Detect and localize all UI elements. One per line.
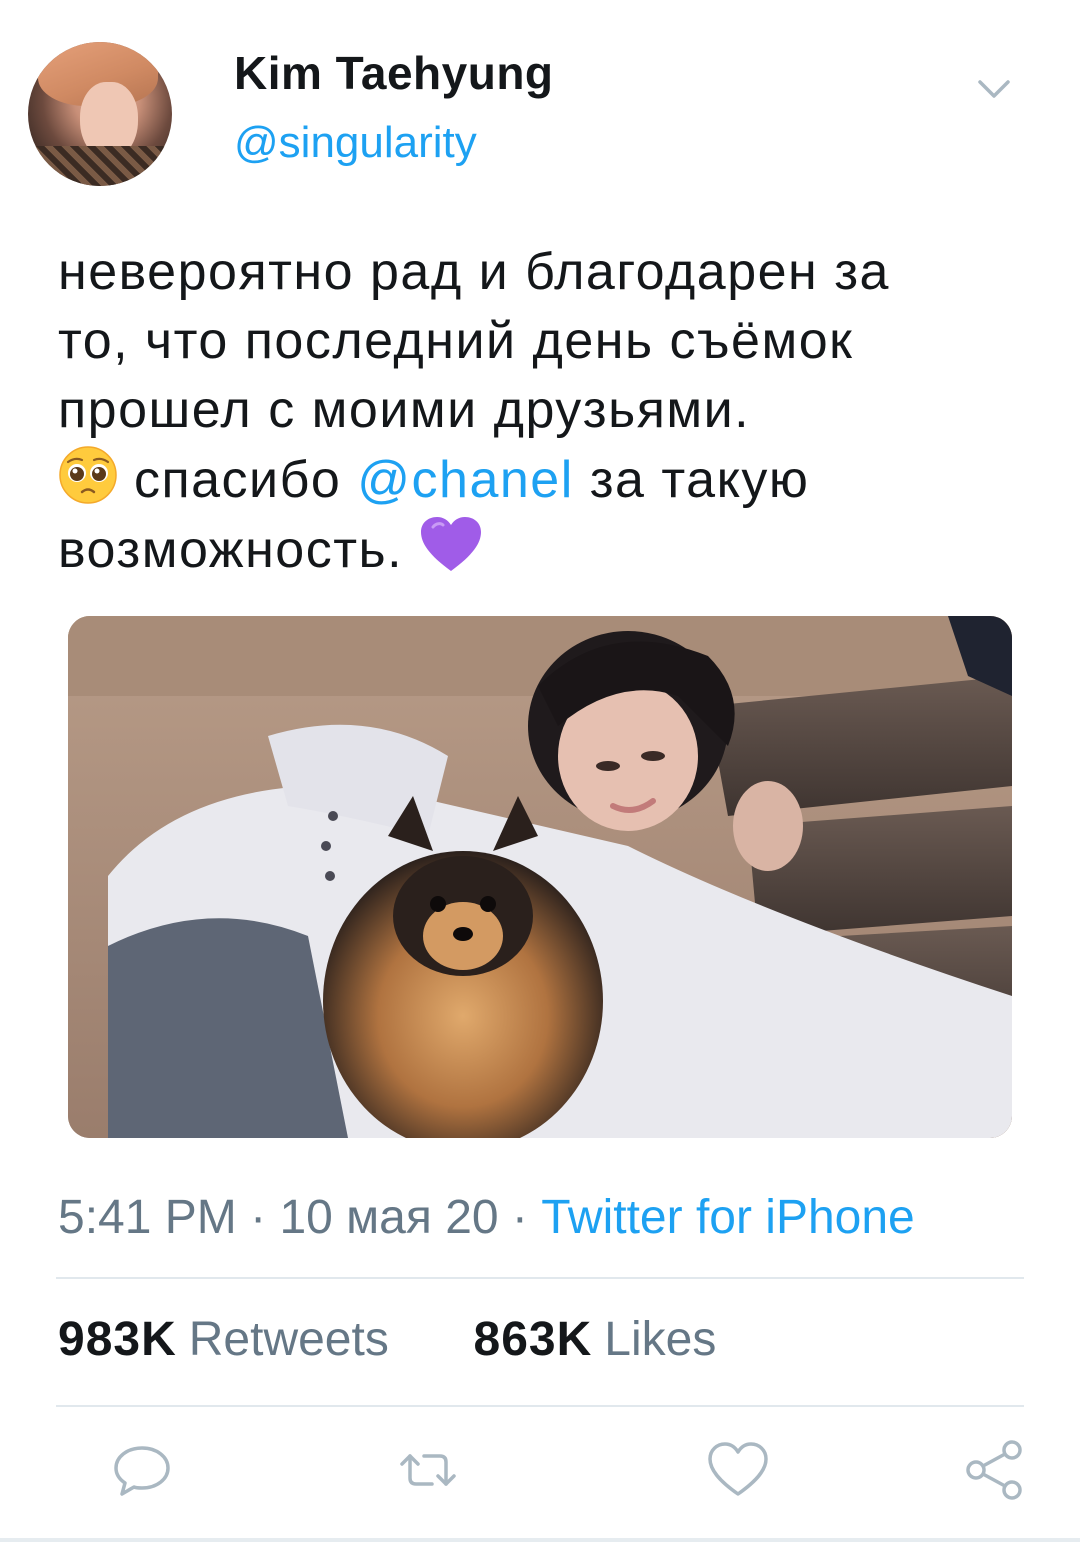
tweet-text-segment: спасибо — [133, 451, 342, 509]
tweet-meta: 5:41 PM · 10 мая 20 · Twitter for iPhone — [58, 1190, 915, 1245]
author-handle[interactable]: @singularity — [234, 118, 477, 168]
retweets-label: Retweets — [188, 1313, 389, 1366]
author-name[interactable]: Kim Taehyung — [234, 46, 554, 100]
tweet-text: невероятно рад и благодарен за то, что п… — [58, 238, 1038, 585]
retweets-stat[interactable]: 983K Retweets — [58, 1313, 402, 1366]
pleading-face-emoji — [59, 446, 117, 504]
likes-stat[interactable]: 863K Likes — [474, 1313, 717, 1366]
avatar-shirt — [28, 146, 172, 186]
purple-heart-emoji — [421, 517, 482, 571]
mention-link[interactable]: @chanel — [357, 451, 574, 509]
tweet-line: возможность. — [58, 515, 1038, 585]
divider — [56, 1277, 1024, 1279]
tweet-line: прошел с моими друзьями. — [58, 381, 751, 439]
tweet-line: спасибо @chanel за такую — [58, 445, 1038, 515]
tweet-photo[interactable] — [68, 616, 1012, 1138]
tweet-text-segment: за такую — [589, 451, 810, 509]
likes-label: Likes — [604, 1313, 717, 1366]
likes-count: 863K — [473, 1313, 593, 1366]
share-icon[interactable] — [962, 1438, 1026, 1502]
tweet-date: 10 мая 20 — [279, 1191, 499, 1244]
avatar[interactable] — [28, 42, 172, 186]
tweet-line: то, что последний день съёмок — [58, 312, 854, 370]
meta-separator: · — [250, 1191, 267, 1244]
photo-man-with-pomeranian — [68, 616, 1012, 1138]
chevron-down-icon[interactable] — [976, 74, 1012, 102]
tweet-line: невероятно рад и благодарен за — [58, 243, 890, 301]
tweet-time: 5:41 PM — [58, 1191, 237, 1244]
tweet-detail: Kim Taehyung @singularity невероятно рад… — [0, 0, 1080, 1542]
retweets-count: 983K — [58, 1313, 177, 1366]
divider — [56, 1405, 1024, 1407]
tweet-source-link[interactable]: Twitter for iPhone — [541, 1191, 915, 1244]
tweet-text-segment: возможность. — [58, 521, 404, 579]
retweet-icon[interactable] — [396, 1438, 460, 1502]
reply-icon[interactable] — [110, 1438, 174, 1502]
like-icon[interactable] — [706, 1438, 770, 1502]
bottom-border — [0, 1538, 1080, 1542]
meta-separator: · — [511, 1191, 528, 1244]
tweet-stats: 983K Retweets 863K Likes — [58, 1312, 716, 1367]
